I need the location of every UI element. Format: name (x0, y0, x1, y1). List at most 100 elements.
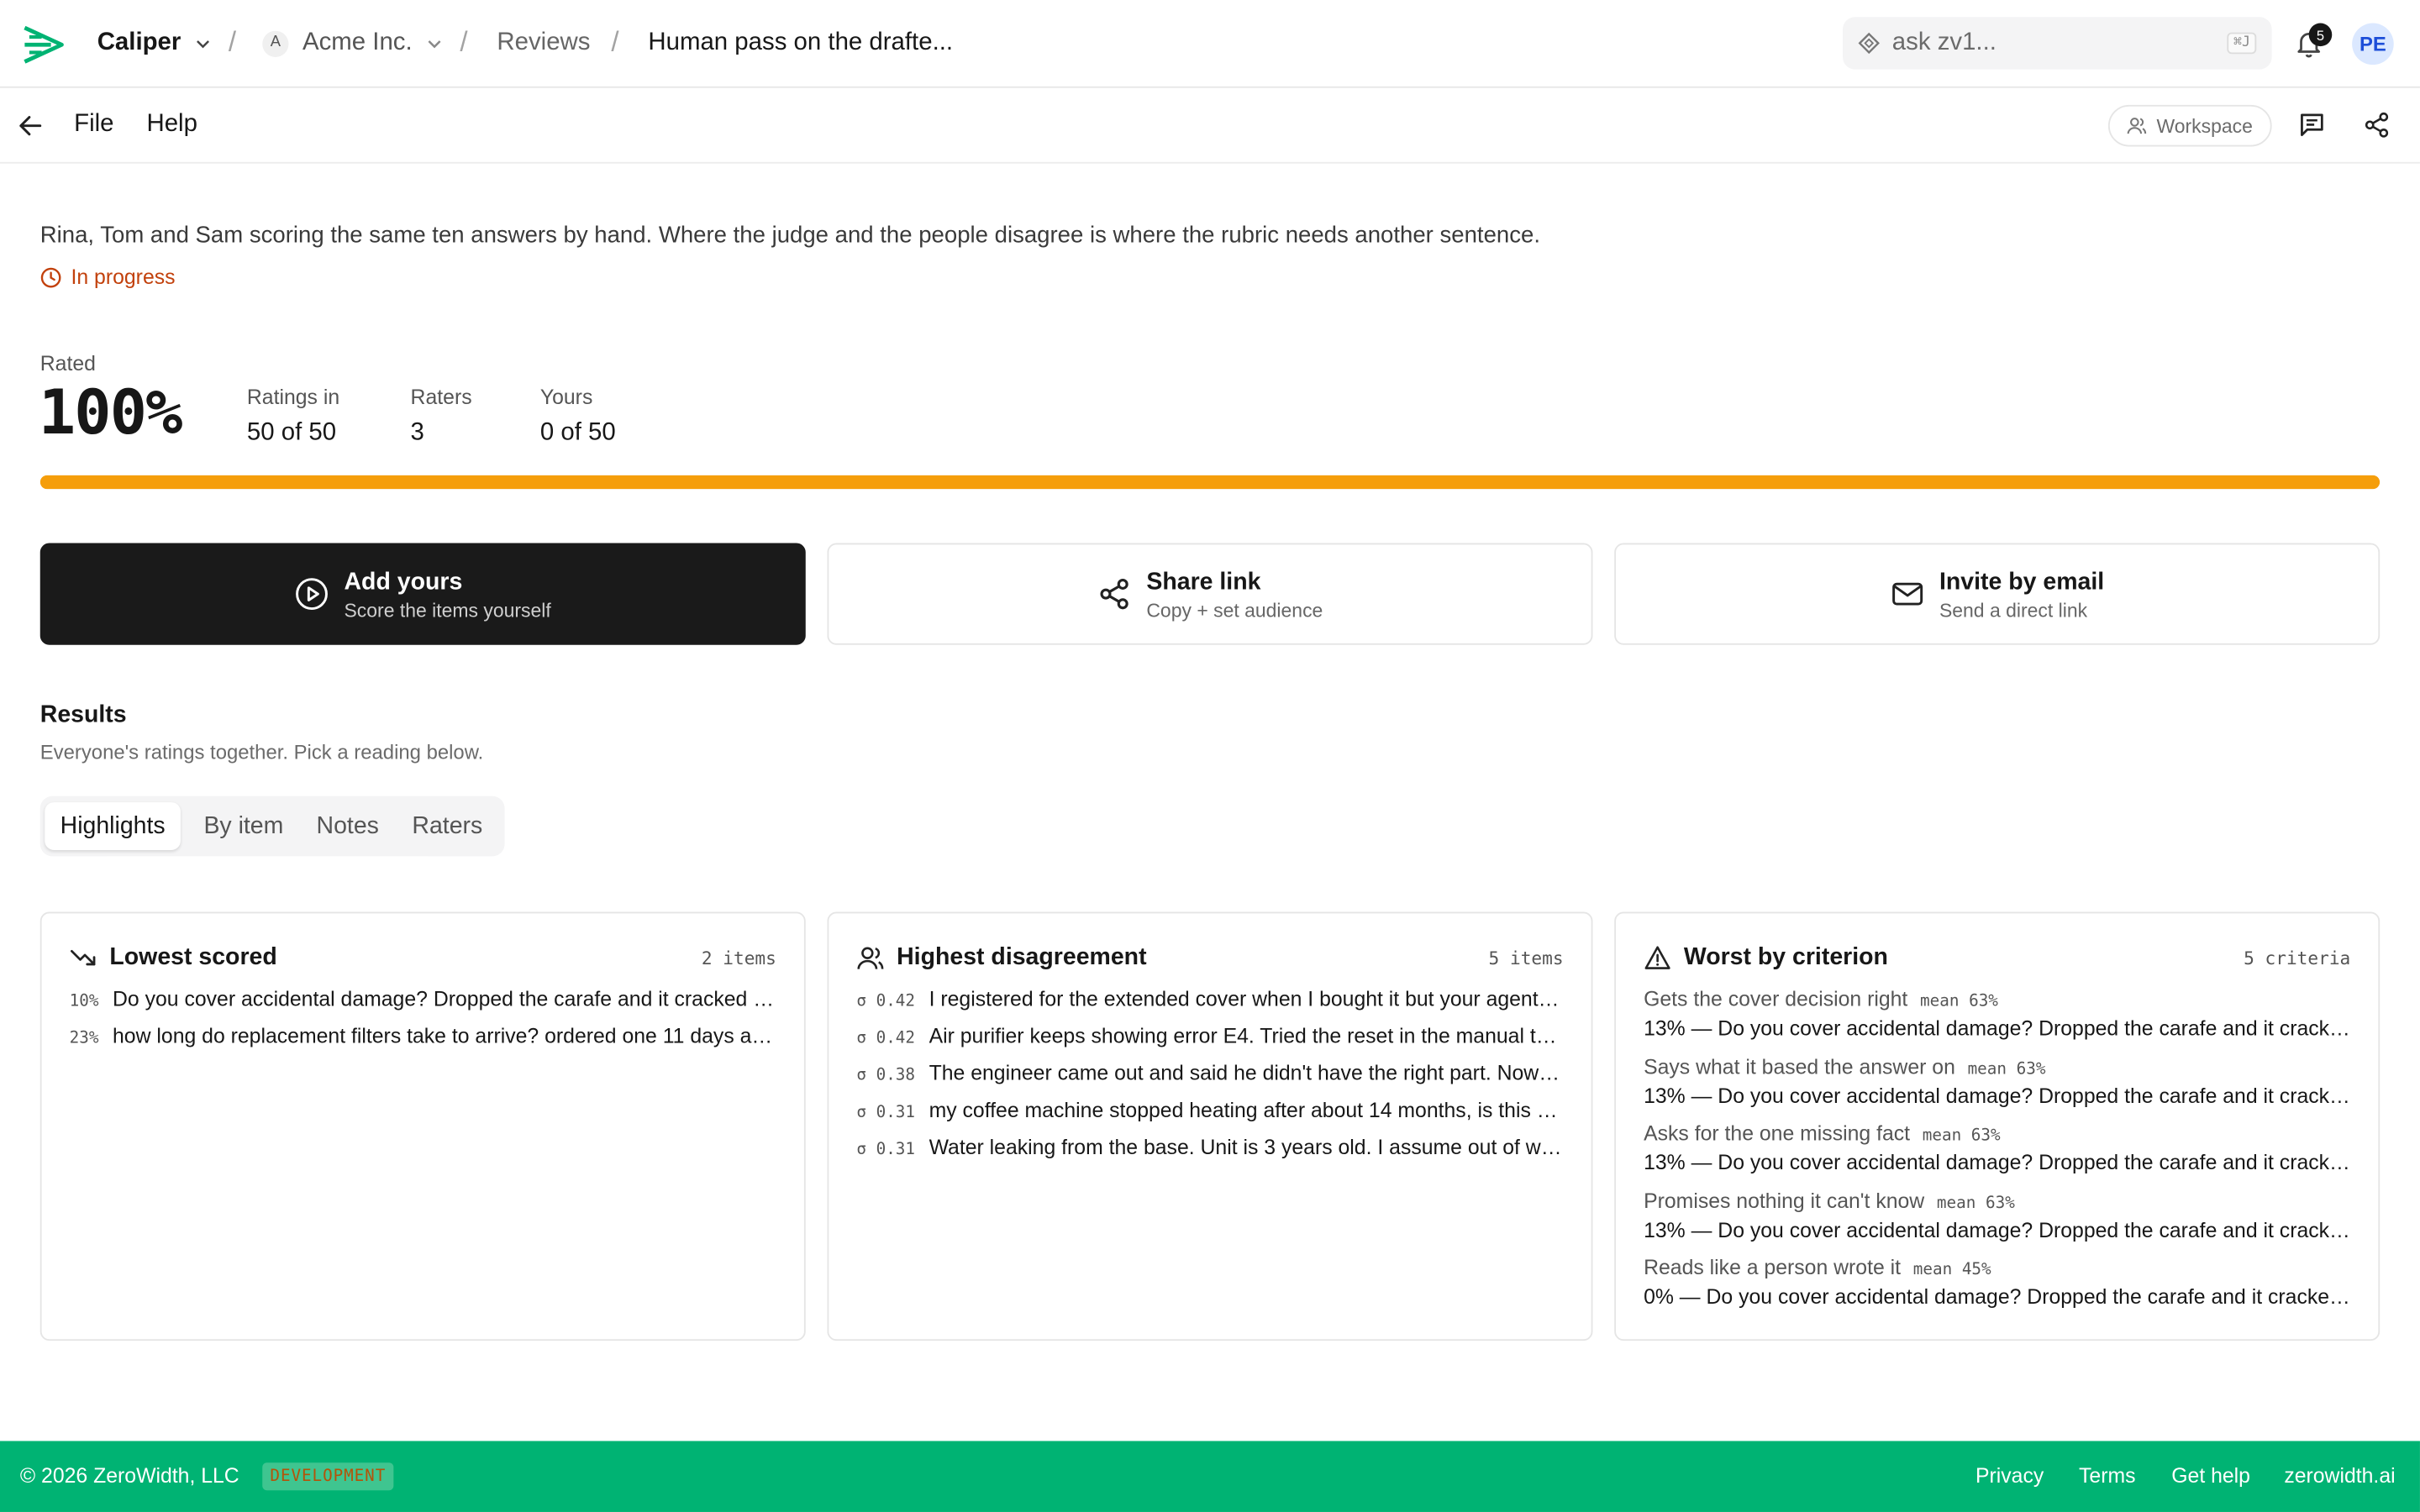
list-item[interactable]: 10% Do you cover accidental damage? Drop… (70, 987, 776, 1011)
item-text: how long do replacement filters take to … (113, 1024, 776, 1048)
criterion-mean: mean 63% (1967, 1059, 2046, 1079)
criterion-worst-item[interactable]: 13% — Do you cover accidental damage? Dr… (1644, 1219, 2350, 1242)
action-title: Invite by email (1939, 568, 2105, 596)
criterion-label: Promises nothing it can't know (1644, 1189, 1925, 1213)
highest-disagreement-card: Highest disagreement 5 items σ 0.42 I re… (827, 911, 1593, 1341)
list-item[interactable]: σ 0.42 Air purifier keeps showing error … (856, 1025, 1563, 1048)
list-item[interactable]: σ 0.38 The engineer came out and said he… (856, 1062, 1563, 1085)
menu-file[interactable]: File (74, 111, 113, 139)
criterion-name[interactable]: Asks for the one missing fact mean 63% (1644, 1121, 2001, 1145)
rated-percentage: 100% (38, 377, 182, 449)
tab-highlights[interactable]: Highlights (45, 802, 182, 851)
progress-fill (39, 475, 2381, 490)
footer-link-help[interactable]: Get help (2171, 1464, 2250, 1488)
worst-by-criterion-card: Worst by criterion 5 criteria Gets the c… (1614, 911, 2381, 1341)
item-text: my coffee machine stopped heating after … (929, 1098, 1564, 1122)
footer-link-terms[interactable]: Terms (2079, 1464, 2135, 1488)
rated-label: Rated (39, 351, 96, 375)
action-title: Share link (1146, 568, 1261, 596)
results-subtitle: Everyone's ratings together. Pick a read… (39, 740, 484, 764)
footer-link-site[interactable]: zerowidth.ai (2284, 1464, 2395, 1488)
item-stddev: σ 0.38 (856, 1066, 916, 1085)
invite-by-email-button[interactable]: Invite by email Send a direct link (1614, 543, 2381, 645)
action-subtitle: Score the items yourself (344, 599, 551, 622)
item-text: Air purifier keeps showing error E4. Tri… (929, 1024, 1564, 1048)
criterion-mean: mean 45% (1912, 1260, 1991, 1279)
top-bar: Caliper / A Acme Inc. / Reviews / Human … (0, 0, 2420, 88)
workspace-button[interactable]: Workspace (2107, 104, 2272, 147)
action-title: Add yours (344, 568, 463, 596)
users-icon (2128, 118, 2147, 134)
org-avatar: A (262, 29, 289, 57)
users-icon (857, 947, 884, 969)
item-score: 23% (69, 1029, 99, 1048)
item-stddev: σ 0.42 (856, 991, 916, 1011)
card-title: Worst by criterion (1683, 944, 1888, 971)
footer: © 2026 ZeroWidth, LLC DEVELOPMENT Privac… (0, 1441, 2420, 1512)
notification-count-badge: 5 (2308, 23, 2333, 47)
breadcrumb-separator: / (460, 26, 468, 57)
criterion-worst-item[interactable]: 13% — Do you cover accidental damage? Dr… (1644, 1084, 2350, 1108)
criterion-label: Reads like a person wrote it (1644, 1256, 1902, 1279)
stat-value: 50 of 50 (246, 419, 337, 446)
criterion-label: Asks for the one missing fact (1644, 1121, 1911, 1145)
back-arrow-icon[interactable] (17, 113, 43, 139)
share-link-button[interactable]: Share link Copy + set audience (827, 543, 1593, 645)
criterion-mean: mean 63% (1920, 991, 1998, 1011)
chevron-down-icon (197, 39, 210, 48)
item-text: I registered for the extended cover when… (929, 987, 1564, 1011)
tab-notes[interactable]: Notes (301, 802, 394, 850)
card-title: Lowest scored (109, 944, 277, 971)
org-switcher[interactable]: A Acme Inc. (262, 28, 441, 59)
results-heading: Results (39, 701, 127, 728)
criterion-name[interactable]: Promises nothing it can't know mean 63% (1644, 1189, 2015, 1213)
criterion-name[interactable]: Gets the cover decision right mean 63% (1644, 987, 1998, 1011)
stat-ratings-in: Ratings in 50 of 50 (247, 386, 339, 447)
stat-label: Ratings in (246, 386, 340, 409)
criterion-worst-item[interactable]: 0% — Do you cover accidental damage? Dro… (1644, 1285, 2350, 1309)
workspace-label: Workspace (2156, 114, 2253, 137)
footer-link-privacy[interactable]: Privacy (1975, 1464, 2044, 1488)
clock-icon (40, 266, 61, 287)
action-subtitle: Copy + set audience (1146, 599, 1323, 622)
item-stddev: σ 0.31 (856, 1103, 916, 1122)
card-header: Lowest scored (70, 944, 277, 972)
action-subtitle: Send a direct link (1939, 599, 2088, 622)
caliper-logo-icon[interactable] (20, 22, 66, 68)
criterion-label: Gets the cover decision right (1644, 987, 1908, 1011)
rating-progress-bar (39, 475, 2381, 490)
share-icon[interactable] (2363, 111, 2391, 139)
review-description: Rina, Tom and Sam scoring the same ten a… (39, 222, 1540, 249)
list-item[interactable]: σ 0.42 I registered for the extended cov… (856, 987, 1563, 1011)
criterion-worst-item[interactable]: 13% — Do you cover accidental damage? Dr… (1644, 1016, 2350, 1040)
app-switcher[interactable]: Caliper (97, 28, 211, 59)
stat-raters: Raters 3 (411, 386, 472, 447)
criterion-name[interactable]: Reads like a person wrote it mean 45% (1644, 1256, 1991, 1279)
breadcrumb-reviews[interactable]: Reviews (497, 28, 590, 59)
card-count: 5 items (1488, 947, 1564, 969)
add-yours-button[interactable]: Add yours Score the items yourself (39, 543, 806, 645)
tab-raters[interactable]: Raters (397, 802, 498, 850)
stat-label: Raters (410, 386, 472, 409)
list-item[interactable]: σ 0.31 Water leaking from the base. Unit… (856, 1136, 1563, 1159)
list-item[interactable]: 23% how long do replacement filters take… (70, 1025, 776, 1048)
user-avatar[interactable]: PE (2352, 23, 2394, 66)
item-stddev: σ 0.42 (856, 1029, 916, 1048)
ask-search-bar[interactable]: ask zv1... ⌘J (1843, 17, 2272, 70)
results-tabs: Highlights By item Notes Raters (39, 795, 505, 857)
card-count: 5 criteria (2244, 947, 2351, 969)
tab-by-item[interactable]: By item (188, 802, 299, 850)
criterion-name[interactable]: Says what it based the answer on mean 63% (1644, 1055, 2045, 1079)
list-item[interactable]: σ 0.31 my coffee machine stopped heating… (856, 1099, 1563, 1122)
share-icon (1100, 578, 1128, 610)
comments-icon[interactable] (2298, 111, 2326, 139)
criterion-worst-item[interactable]: 13% — Do you cover accidental damage? Dr… (1644, 1151, 2350, 1174)
copyright: © 2026 ZeroWidth, LLC (19, 1464, 239, 1488)
item-stddev: σ 0.31 (856, 1140, 916, 1159)
item-text: Water leaking from the base. Unit is 3 y… (929, 1135, 1564, 1159)
warning-triangle-icon (1644, 946, 1670, 969)
card-title: Highest disagreement (897, 944, 1147, 971)
menu-help[interactable]: Help (146, 111, 197, 139)
play-circle-icon (296, 578, 328, 611)
stat-value: 3 (410, 419, 424, 446)
